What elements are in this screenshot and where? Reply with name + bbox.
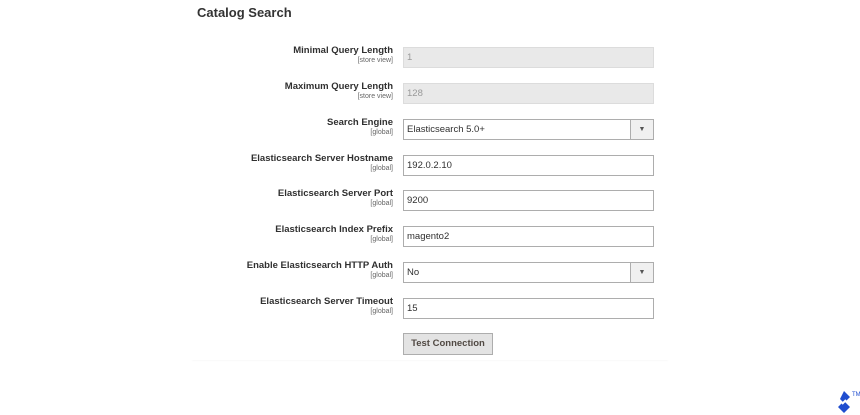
label-text: Maximum Query Length xyxy=(284,81,393,92)
label-text: Enable Elasticsearch HTTP Auth xyxy=(246,260,393,271)
scope-text: [global] xyxy=(370,272,393,279)
section-title: Catalog Search xyxy=(197,5,292,20)
scope-text: [global] xyxy=(370,200,393,207)
label-text: Elasticsearch Server Hostname xyxy=(250,153,393,164)
field-value: 192.0.2.10 xyxy=(407,160,452,171)
label-text: Elasticsearch Index Prefix xyxy=(275,224,393,235)
field-value: 1 xyxy=(407,52,413,63)
field-row-elasticsearch-index-prefix: Elasticsearch Index Prefix [global] mage… xyxy=(190,224,660,248)
elasticsearch-server-hostname-input[interactable]: 192.0.2.10 xyxy=(403,155,654,176)
field-row-elasticsearch-server-timeout: Elasticsearch Server Timeout [global] 15 xyxy=(190,296,660,320)
maximum-query-length-input: 128 xyxy=(403,83,654,104)
test-connection-button[interactable]: Test Connection xyxy=(403,333,493,355)
field-row-elasticsearch-server-port: Elasticsearch Server Port [global] 9200 xyxy=(190,188,660,212)
search-engine-select[interactable]: Elasticsearch 5.0+ ▼ xyxy=(403,119,654,140)
label-text: Minimal Query Length xyxy=(293,45,393,56)
field-value: No xyxy=(407,267,420,278)
field-row-elasticsearch-server-hostname: Elasticsearch Server Hostname [global] 1… xyxy=(190,153,660,177)
field-label: Search Engine [global] xyxy=(327,117,393,137)
elasticsearch-server-timeout-input[interactable]: 15 xyxy=(403,298,654,319)
elasticsearch-index-prefix-input[interactable]: magento2 xyxy=(403,226,654,247)
minimal-query-length-input: 1 xyxy=(403,47,654,68)
toptal-logo-icon: TM xyxy=(838,391,860,413)
scope-text: [global] xyxy=(370,165,393,172)
scope-text: [global] xyxy=(370,236,393,243)
field-row-minimal-query-length: Minimal Query Length [store view] 1 xyxy=(190,45,660,69)
chevron-down-icon[interactable]: ▼ xyxy=(630,120,653,139)
field-label: Maximum Query Length [store view] xyxy=(285,81,393,101)
field-label: Elasticsearch Index Prefix [global] xyxy=(275,224,393,244)
field-label: Elasticsearch Server Port [global] xyxy=(278,188,393,208)
scope-text: [global] xyxy=(370,308,393,315)
field-value: magento2 xyxy=(407,231,450,242)
elasticsearch-server-port-input[interactable]: 9200 xyxy=(403,190,654,211)
field-row-enable-elasticsearch-http-auth: Enable Elasticsearch HTTP Auth [global] … xyxy=(190,260,660,284)
label-text: Elasticsearch Server Timeout xyxy=(260,296,393,307)
label-text: Elasticsearch Server Port xyxy=(277,188,393,199)
field-label: Enable Elasticsearch HTTP Auth [global] xyxy=(247,260,393,280)
field-label: Minimal Query Length [store view] xyxy=(293,45,393,65)
scope-text: [global] xyxy=(370,129,393,136)
svg-text:TM: TM xyxy=(852,392,860,398)
scope-text: [store view] xyxy=(357,57,393,64)
field-value: Elasticsearch 5.0+ xyxy=(407,124,485,135)
chevron-down-icon[interactable]: ▼ xyxy=(630,263,653,282)
field-label: Elasticsearch Server Timeout [global] xyxy=(260,296,393,316)
scope-text: [store view] xyxy=(357,93,393,100)
label-text: Search Engine xyxy=(327,117,393,128)
field-label: Elasticsearch Server Hostname [global] xyxy=(251,153,393,173)
enable-elasticsearch-http-auth-select[interactable]: No ▼ xyxy=(403,262,654,283)
field-row-maximum-query-length: Maximum Query Length [store view] 128 xyxy=(190,81,660,105)
field-value: 15 xyxy=(407,303,418,314)
field-row-search-engine: Search Engine [global] Elasticsearch 5.0… xyxy=(190,117,660,141)
field-value: 9200 xyxy=(407,195,429,206)
field-value: 128 xyxy=(407,88,423,99)
